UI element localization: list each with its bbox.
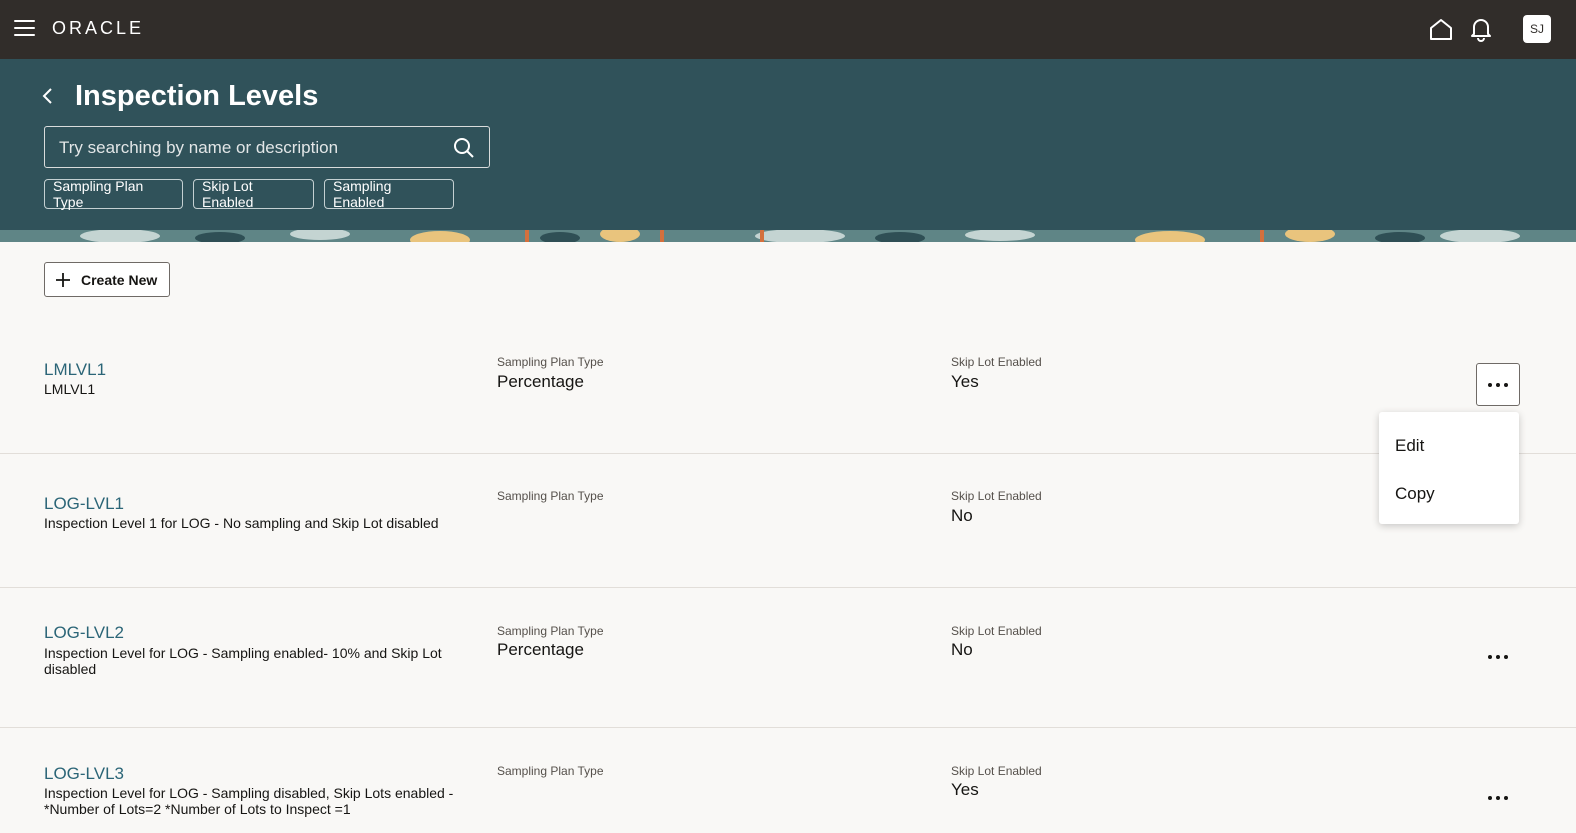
decorative-banner	[0, 230, 1576, 242]
menu-item-copy[interactable]: Copy	[1395, 484, 1435, 504]
page-title: Inspection Levels	[75, 80, 319, 112]
skip-lot-enabled-label: Skip Lot Enabled	[951, 355, 1042, 369]
skip-lot-enabled-label: Skip Lot Enabled	[951, 624, 1042, 638]
search-input[interactable]	[57, 135, 441, 161]
list-item: LOG-LVL1 Inspection Level 1 for LOG - No…	[0, 454, 1576, 588]
filter-chip-sampling-enabled[interactable]: Sampling Enabled	[324, 178, 454, 210]
sampling-plan-type-label: Sampling Plan Type	[497, 624, 604, 638]
menu-icon[interactable]	[14, 20, 35, 36]
skip-lot-enabled-value: No	[951, 506, 973, 525]
list-item: LMLVL1 LMLVL1 Sampling Plan Type Percent…	[0, 320, 1576, 454]
item-name-link[interactable]: LOG-LVL2	[44, 623, 124, 643]
item-name-link[interactable]: LMLVL1	[44, 360, 106, 380]
item-description: Inspection Level 1 for LOG - No sampling…	[44, 515, 439, 531]
home-icon[interactable]	[1428, 16, 1454, 42]
create-new-label: Create New	[81, 271, 158, 288]
more-icon	[1488, 795, 1508, 800]
list-item: LOG-LVL3 Inspection Level for LOG - Samp…	[0, 728, 1576, 833]
sampling-plan-type-value: Percentage	[497, 372, 584, 391]
skip-lot-enabled-value: Yes	[951, 372, 979, 391]
item-name-link[interactable]: LOG-LVL3	[44, 764, 124, 784]
bell-icon[interactable]	[1468, 16, 1494, 42]
sampling-plan-type-label: Sampling Plan Type	[497, 355, 604, 369]
item-description: LMLVL1	[44, 381, 96, 397]
skip-lot-enabled-label: Skip Lot Enabled	[951, 764, 1042, 778]
create-new-button[interactable]: Create New	[44, 262, 170, 297]
oracle-logo[interactable]: ORACLE	[52, 18, 144, 39]
skip-lot-enabled-label: Skip Lot Enabled	[951, 489, 1042, 503]
filter-chip-skip-lot-enabled[interactable]: Skip Lot Enabled	[193, 178, 314, 210]
skip-lot-enabled-value: No	[951, 640, 973, 659]
top-bar: ORACLE SJ	[0, 0, 1576, 59]
actions-menu: Edit Copy	[1379, 412, 1519, 524]
back-icon[interactable]	[40, 86, 56, 106]
search-icon[interactable]	[453, 137, 475, 159]
item-name-link[interactable]: LOG-LVL1	[44, 494, 124, 514]
skip-lot-enabled-value: Yes	[951, 780, 979, 799]
sampling-plan-type-label: Sampling Plan Type	[497, 764, 604, 778]
sampling-plan-type-label: Sampling Plan Type	[497, 489, 604, 503]
more-actions-button[interactable]	[1476, 776, 1520, 819]
plus-icon	[56, 272, 70, 287]
item-description: Inspection Level for LOG - Sampling disa…	[44, 785, 454, 817]
more-actions-button[interactable]	[1476, 363, 1520, 406]
more-icon	[1488, 382, 1508, 387]
search-field[interactable]	[44, 126, 490, 168]
item-description: Inspection Level for LOG - Sampling enab…	[44, 645, 442, 677]
sampling-plan-type-value: Percentage	[497, 640, 584, 659]
menu-item-edit[interactable]: Edit	[1395, 436, 1424, 456]
filter-chip-sampling-plan-type[interactable]: Sampling Plan Type	[44, 178, 183, 210]
avatar[interactable]: SJ	[1523, 15, 1551, 43]
more-icon	[1488, 654, 1508, 659]
list-item: LOG-LVL2 Inspection Level for LOG - Samp…	[0, 588, 1576, 728]
more-actions-button[interactable]	[1476, 635, 1520, 678]
